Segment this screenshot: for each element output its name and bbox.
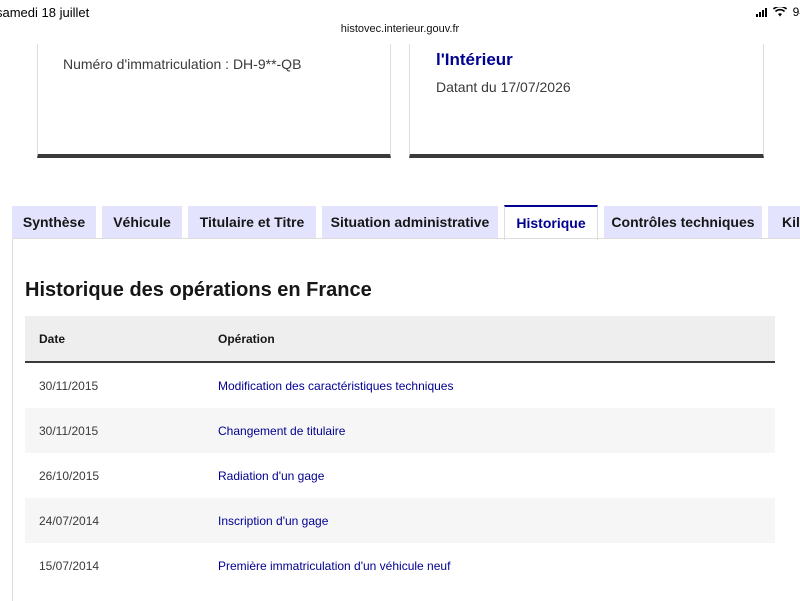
battery-level: 94 [792, 5, 800, 19]
vehicle-card: Le véhicule Numéro d'immatriculation : D… [37, 28, 391, 158]
table-row: 15/07/2014 Première immatriculation d'un… [25, 543, 775, 588]
table-header: Date Opération [25, 316, 775, 363]
row-operation: Inscription d'un gage [218, 514, 329, 528]
column-header-operation: Opération [218, 332, 275, 346]
row-date: 26/10/2015 [39, 469, 100, 483]
column-header-date: Date [39, 332, 66, 346]
table-row: 30/11/2015 Changement de titulaire [25, 408, 775, 453]
tab-historique[interactable]: Historique [504, 205, 598, 240]
tab-controles-techniques[interactable]: Contrôles techniques [604, 206, 762, 238]
table-row: 30/11/2015 Modification des caractéristi… [25, 363, 775, 408]
tab-titulaire[interactable]: Titulaire et Titre [188, 206, 316, 238]
table-body: 30/11/2015 Modification des caractéristi… [25, 363, 775, 588]
status-date: samedi 18 juillet [0, 5, 90, 20]
row-date: 30/11/2015 [39, 424, 99, 438]
row-operation: Radiation d'un gage [218, 469, 325, 483]
row-date: 24/07/2014 [39, 514, 100, 528]
ministry-card: Informations du Ministère de l'Intérieur… [409, 28, 764, 158]
row-operation: Changement de titulaire [218, 424, 346, 438]
status-icons: 94 [755, 5, 800, 19]
row-operation: Première immatriculation d'un véhicule n… [218, 559, 451, 573]
wifi-icon [772, 7, 787, 17]
status-bar: samedi 18 juillet histovec.interieur.gou… [0, 0, 800, 44]
tab-kilometrage[interactable]: Kilo [768, 206, 800, 238]
row-operation: Modification des caractéristiques techni… [218, 379, 454, 393]
url-bar[interactable]: histovec.interieur.gouv.fr [0, 23, 800, 35]
tab-vehicule[interactable]: Véhicule [102, 206, 182, 238]
plate-number: Numéro d'immatriculation : DH-9**-QB [63, 56, 302, 72]
tab-bar: Synthèse Véhicule Titulaire et Titre Sit… [0, 205, 800, 240]
tab-synthese[interactable]: Synthèse [12, 206, 96, 238]
tab-situation-administrative[interactable]: Situation administrative [322, 206, 498, 238]
ministry-card-title-line2: l'Intérieur [436, 50, 513, 69]
ministry-data-date: Datant du 17/07/2026 [436, 79, 571, 95]
row-date: 30/11/2015 [39, 379, 99, 393]
history-table: Date Opération 30/11/2015 Modification d… [25, 316, 775, 588]
section-title: Historique des opérations en France [25, 279, 372, 301]
cellular-signal-icon [755, 7, 767, 17]
table-row: 26/10/2015 Radiation d'un gage [25, 453, 775, 498]
table-row: 24/07/2014 Inscription d'un gage [25, 498, 775, 543]
row-date: 15/07/2014 [39, 559, 100, 573]
